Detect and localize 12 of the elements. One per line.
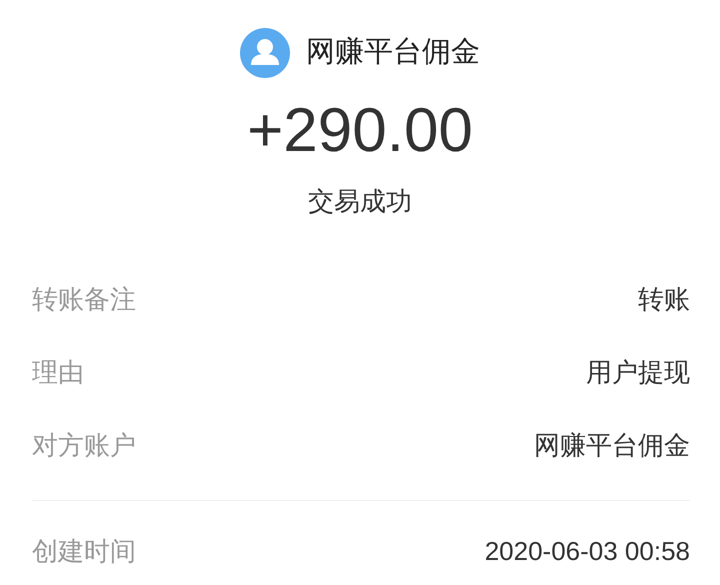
amount-text: +290.00 [247,100,473,162]
avatar-icon [240,28,290,78]
detail-label: 转账备注 [32,283,136,316]
payee-name: 网赚平台佣金 [306,35,480,70]
detail-value: 用户提现 [586,356,690,389]
status-text: 交易成功 [308,185,412,218]
detail-value: 转账 [638,283,690,316]
detail-value: 2020-06-03 00:58 [484,535,690,568]
detail-label: 理由 [32,356,84,389]
detail-value: 网赚平台佣金 [534,429,690,462]
detail-label: 创建时间 [32,535,136,568]
detail-label: 对方账户 [32,429,136,462]
